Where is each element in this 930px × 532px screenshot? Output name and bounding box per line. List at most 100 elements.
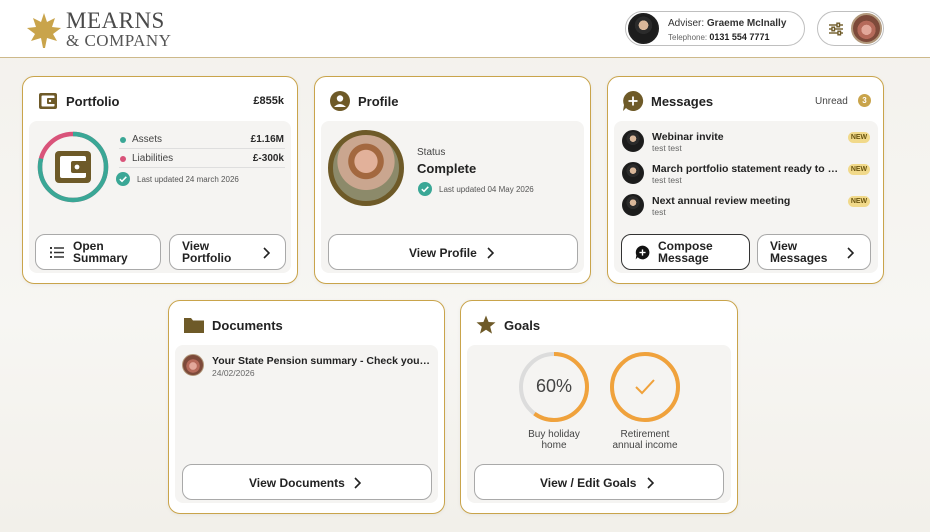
wallet-icon bbox=[55, 151, 91, 183]
view-profile-label: View Profile bbox=[409, 246, 477, 260]
goal-ring-progress bbox=[610, 352, 680, 422]
goals-card: Goals 60% Buy holiday home Retirement an… bbox=[460, 300, 738, 514]
check-circle-icon bbox=[418, 182, 432, 196]
portfolio-total: £855k bbox=[253, 95, 284, 107]
assets-value: £1.16M bbox=[250, 134, 284, 145]
portfolio-last-updated: Last updated 24 march 2026 bbox=[137, 175, 239, 184]
documents-card: Documents Your State Pension summary - C… bbox=[168, 300, 445, 514]
view-profile-button[interactable]: View Profile bbox=[328, 234, 578, 270]
star-icon bbox=[476, 315, 496, 334]
header: MEARNS & COMPANY Adviser: Graeme McInall… bbox=[0, 0, 930, 58]
open-summary-button[interactable]: Open Summary bbox=[35, 234, 161, 270]
liabilities-label: Liabilities bbox=[132, 153, 174, 164]
open-summary-label: Open Summary bbox=[73, 239, 128, 265]
new-badge: NEW bbox=[848, 132, 870, 143]
assets-legend-dot bbox=[120, 137, 126, 143]
portfolio-title: Portfolio bbox=[66, 94, 120, 109]
goal-item[interactable]: 60% Buy holiday home bbox=[517, 351, 591, 455]
wallet-icon bbox=[39, 93, 57, 109]
liabilities-value: £-300k bbox=[252, 153, 284, 164]
folder-icon bbox=[184, 318, 204, 333]
goals-title: Goals bbox=[504, 318, 541, 333]
view-documents-button[interactable]: View Documents bbox=[182, 464, 432, 500]
message-item[interactable]: March portfolio statement ready to view … bbox=[614, 159, 878, 187]
new-badge: NEW bbox=[848, 164, 870, 175]
view-messages-label: View Messages bbox=[770, 239, 828, 265]
document-title: Your State Pension summary - Check your … bbox=[212, 355, 432, 367]
messages-card: Messages Unread 3 Webinar invite test te… bbox=[607, 76, 884, 284]
goal-label-line1: Buy holiday bbox=[528, 429, 580, 440]
chevron-right-icon bbox=[487, 247, 494, 259]
message-title: Next annual review meeting bbox=[652, 195, 791, 207]
adviser-contact[interactable]: Adviser: Graeme McInally Telephone: 0131… bbox=[625, 11, 805, 46]
adviser-avatar bbox=[628, 13, 659, 44]
message-sender: test bbox=[652, 207, 666, 217]
goal-progress-ring bbox=[610, 352, 680, 422]
chevron-right-icon bbox=[647, 477, 654, 489]
goal-label: Buy holiday home bbox=[511, 429, 597, 451]
compose-message-label: Compose Message bbox=[658, 239, 713, 265]
message-item[interactable]: Next annual review meeting test NEW bbox=[614, 191, 878, 219]
message-title: Webinar invite bbox=[652, 131, 724, 143]
assets-label: Assets bbox=[132, 134, 163, 145]
adviser-name-line: Adviser: Graeme McInally bbox=[668, 18, 786, 29]
company-logo[interactable]: MEARNS & COMPANY bbox=[24, 8, 174, 52]
goal-label-line1: Retirement bbox=[620, 429, 670, 440]
check-circle-icon bbox=[116, 172, 130, 186]
liabilities-divider bbox=[119, 167, 285, 168]
profile-card: Profile Status Complete Last updated 04 … bbox=[314, 76, 591, 284]
goal-percent: 60% bbox=[535, 376, 573, 396]
uploader-avatar bbox=[182, 354, 204, 376]
sender-avatar bbox=[622, 162, 644, 184]
goal-label-line2: annual income bbox=[612, 440, 678, 451]
chat-add-icon bbox=[635, 245, 650, 260]
profile-photo bbox=[328, 130, 404, 206]
document-date: 24/02/2026 bbox=[212, 368, 255, 378]
telephone-label: Telephone: bbox=[668, 33, 708, 42]
user-icon bbox=[330, 91, 350, 111]
leaf-logo-icon bbox=[27, 13, 61, 48]
sliders-icon[interactable] bbox=[828, 21, 844, 37]
message-title: March portfolio statement ready to view bbox=[652, 163, 840, 175]
new-badge: NEW bbox=[848, 196, 870, 207]
message-sender: test test bbox=[652, 175, 682, 185]
list-icon bbox=[50, 247, 64, 258]
portfolio-donut-chart bbox=[37, 131, 109, 203]
assets-divider bbox=[119, 148, 285, 149]
goal-label-line2: home bbox=[541, 440, 567, 451]
logo-text-secondary: & COMPANY bbox=[66, 31, 172, 50]
chevron-right-icon bbox=[847, 247, 854, 259]
adviser-name: Graeme McInally bbox=[706, 18, 787, 29]
goal-item[interactable]: Retirement annual income bbox=[608, 351, 682, 455]
message-sender: test test bbox=[652, 143, 682, 153]
chevron-right-icon bbox=[263, 247, 270, 259]
status-label: Status bbox=[417, 147, 446, 158]
documents-title: Documents bbox=[212, 318, 283, 333]
view-edit-goals-label: View / Edit Goals bbox=[540, 476, 637, 490]
goal-label: Retirement annual income bbox=[602, 429, 688, 451]
unread-count-badge: 3 bbox=[858, 94, 871, 107]
portfolio-card: Portfolio £855k Assets £1.16M Liabilitie… bbox=[22, 76, 298, 284]
adviser-telephone: 0131 554 7771 bbox=[709, 32, 770, 42]
view-documents-label: View Documents bbox=[249, 476, 345, 490]
messages-title: Messages bbox=[651, 94, 714, 109]
compose-message-button[interactable]: Compose Message bbox=[621, 234, 750, 270]
chevron-right-icon bbox=[354, 477, 361, 489]
message-item[interactable]: Webinar invite test test NEW bbox=[614, 127, 878, 155]
user-menu[interactable] bbox=[817, 11, 884, 46]
adviser-label: Adviser: bbox=[668, 18, 705, 29]
view-messages-button[interactable]: View Messages bbox=[757, 234, 871, 270]
document-item[interactable]: Your State Pension summary - Check your … bbox=[175, 351, 438, 381]
view-portfolio-button[interactable]: View Portfolio bbox=[169, 234, 286, 270]
sender-avatar bbox=[622, 130, 644, 152]
user-avatar[interactable] bbox=[851, 13, 882, 44]
liabilities-legend-dot bbox=[120, 156, 126, 162]
chat-add-icon bbox=[623, 90, 644, 111]
unread-label: Unread bbox=[815, 96, 848, 107]
view-edit-goals-button[interactable]: View / Edit Goals bbox=[474, 464, 724, 500]
profile-last-updated: Last updated 04 May 2026 bbox=[439, 185, 534, 194]
profile-title: Profile bbox=[358, 94, 399, 109]
checkmark-icon bbox=[635, 379, 655, 395]
view-portfolio-label: View Portfolio bbox=[182, 239, 232, 265]
sender-avatar bbox=[622, 194, 644, 216]
